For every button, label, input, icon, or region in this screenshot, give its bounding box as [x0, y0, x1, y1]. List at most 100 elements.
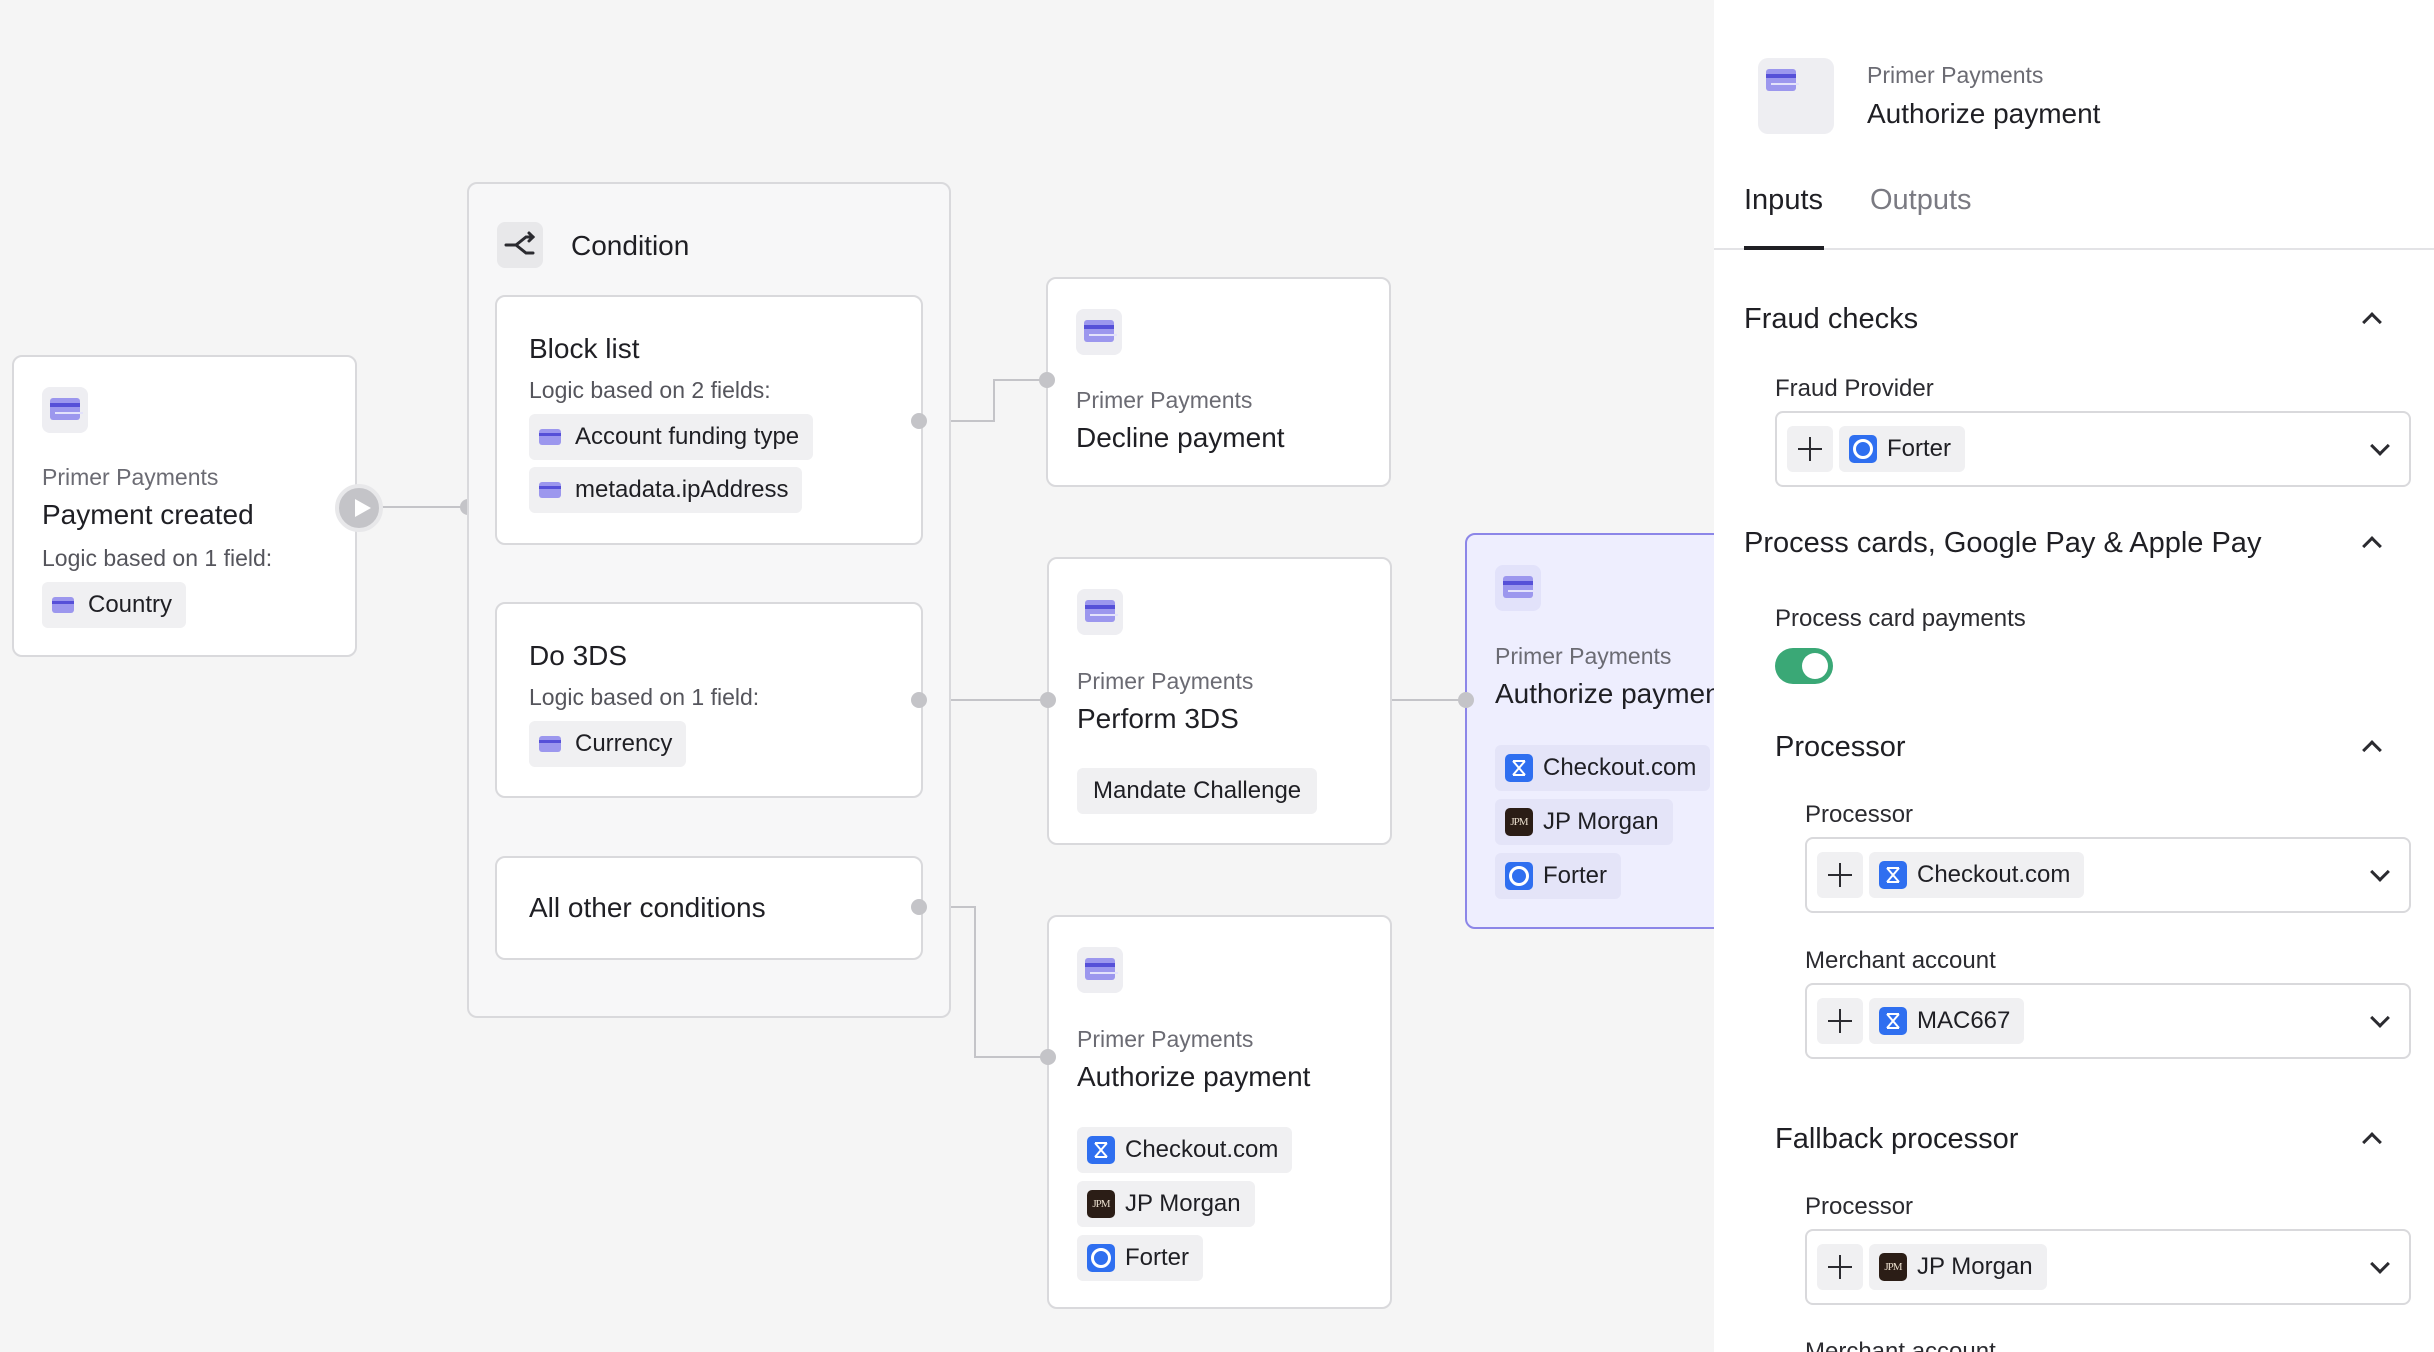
chevron-down-icon[interactable] [2370, 1254, 2390, 1274]
process-card-payments-label: Process card payments [1775, 605, 2026, 632]
chevron-down-icon[interactable] [2370, 436, 2390, 456]
forter-logo-icon [1087, 1244, 1115, 1272]
branch-do-3ds[interactable]: Do 3DS Logic based on 1 field: Currency [495, 602, 923, 798]
condition-title: Condition [571, 230, 690, 261]
primer-card-icon [42, 387, 88, 433]
section-process-cards-title[interactable]: Process cards, Google Pay & Apple Pay [1744, 527, 2261, 560]
port[interactable] [1040, 1049, 1056, 1065]
selected-value-chip: Checkout.com [1869, 852, 2085, 898]
port[interactable] [1039, 372, 1055, 388]
node-title: Payment created [42, 499, 254, 530]
connection-chip-forter: Forter [1077, 1235, 1204, 1281]
branch-all-other-conditions[interactable]: All other conditions [495, 856, 923, 960]
checkout-logo-icon [1879, 1007, 1907, 1035]
process-card-payments-toggle[interactable] [1775, 648, 1833, 684]
connection-chip-jpmorgan: JPM JP Morgan [1077, 1181, 1255, 1227]
branch-title: All other conditions [529, 892, 766, 923]
action-perform-3ds[interactable]: Primer Payments Perform 3DS Mandate Chal… [1047, 557, 1392, 845]
jpmorgan-logo-icon: JPM [1087, 1190, 1115, 1218]
processor-label: Processor [1805, 801, 1914, 828]
action-authorize-payment[interactable]: Primer Payments Authorize payment Checko… [1047, 915, 1392, 1309]
play-icon[interactable] [335, 484, 383, 532]
checkout-logo-icon [1879, 861, 1907, 889]
section-processor-title[interactable]: Processor [1775, 731, 1906, 764]
plus-icon[interactable] [1817, 852, 1863, 898]
field-chip-account-funding-type: Account funding type [529, 414, 814, 460]
node-title: Decline payment [1076, 422, 1285, 453]
chevron-up-icon[interactable] [2362, 1132, 2382, 1152]
port[interactable] [911, 692, 927, 708]
chevron-down-icon[interactable] [2370, 1008, 2390, 1028]
node-provider: Primer Payments [1077, 668, 1254, 694]
connection-chip-checkout: Checkout.com [1077, 1127, 1293, 1173]
node-title: Perform 3DS [1077, 703, 1239, 734]
chevron-up-icon[interactable] [2362, 740, 2382, 760]
processor-select[interactable]: Checkout.com [1805, 837, 2411, 913]
fallback-processor-label: Processor [1805, 1193, 1914, 1220]
node-provider: Primer Payments [42, 464, 219, 490]
fallback-merchant-account-label: Merchant account [1805, 1338, 1996, 1352]
jpmorgan-logo-icon: JPM [1505, 808, 1533, 836]
tag-mandate-challenge: Mandate Challenge [1077, 768, 1318, 814]
field-icon [539, 736, 561, 752]
field-chip-country: Country [42, 582, 187, 628]
chevron-up-icon[interactable] [2362, 312, 2382, 332]
node-title: Authorize payment [1495, 678, 1714, 709]
chevron-up-icon[interactable] [2362, 536, 2382, 556]
node-provider: Primer Payments [1495, 643, 1672, 669]
checkout-logo-icon [1505, 754, 1533, 782]
tab-active-indicator [1744, 246, 1824, 250]
field-icon [539, 482, 561, 498]
primer-card-icon [1077, 589, 1123, 635]
action-authorize-payment-selected[interactable]: Primer Payments Authorize payment Checko… [1465, 533, 1714, 929]
port[interactable] [1040, 692, 1056, 708]
branch-icon [497, 222, 543, 268]
branch-title: Do 3DS [529, 640, 628, 671]
primer-card-icon [1495, 565, 1541, 611]
selected-value-chip: JPM JP Morgan [1869, 1244, 2047, 1290]
branch-block-list[interactable]: Block list Logic based on 2 fields: Acco… [495, 295, 923, 545]
connection-chip-forter: Forter [1495, 853, 1622, 899]
port[interactable] [1458, 692, 1474, 708]
checkout-logo-icon [1087, 1136, 1115, 1164]
port[interactable] [911, 413, 927, 429]
selected-value-chip: MAC667 [1869, 998, 2025, 1044]
field-icon [52, 597, 74, 613]
section-fallback-processor-title[interactable]: Fallback processor [1775, 1123, 2018, 1156]
node-provider: Primer Payments [1076, 387, 1253, 413]
section-fraud-checks-title[interactable]: Fraud checks [1744, 303, 1918, 336]
plus-icon[interactable] [1817, 998, 1863, 1044]
node-provider: Primer Payments [1077, 1026, 1254, 1052]
merchant-account-select[interactable]: MAC667 [1805, 983, 2411, 1059]
connection-chip-checkout: Checkout.com [1495, 745, 1711, 791]
inspector-panel: Primer Payments Authorize payment Inputs… [1714, 0, 2434, 1352]
primer-card-icon [1758, 58, 1834, 134]
branch-logic: Logic based on 2 fields: [529, 377, 771, 403]
fraud-provider-select[interactable]: Forter [1775, 411, 2411, 487]
jpmorgan-logo-icon: JPM [1879, 1253, 1907, 1281]
tab-inputs[interactable]: Inputs [1744, 184, 1823, 217]
merchant-account-label: Merchant account [1805, 947, 1996, 974]
panel-title: Authorize payment [1867, 98, 2101, 129]
field-icon [539, 429, 561, 445]
chevron-down-icon[interactable] [2370, 862, 2390, 882]
branch-logic: Logic based on 1 field: [529, 684, 760, 710]
plus-icon[interactable] [1787, 426, 1833, 472]
field-chip-currency: Currency [529, 721, 687, 767]
primer-card-icon [1077, 947, 1123, 993]
branch-title: Block list [529, 333, 640, 364]
field-chip-ip-address: metadata.ipAddress [529, 467, 803, 513]
plus-icon[interactable] [1817, 1244, 1863, 1290]
connection-chip-jpmorgan: JPM JP Morgan [1495, 799, 1673, 845]
tab-outputs[interactable]: Outputs [1870, 184, 1972, 217]
fraud-provider-label: Fraud Provider [1775, 375, 1934, 402]
primer-card-icon [1076, 309, 1122, 355]
action-decline-payment[interactable]: Primer Payments Decline payment [1046, 277, 1391, 487]
trigger-node-payment-created[interactable]: Primer Payments Payment created Logic ba… [12, 355, 357, 657]
port[interactable] [911, 899, 927, 915]
node-logic: Logic based on 1 field: [42, 545, 273, 571]
node-title: Authorize payment [1077, 1061, 1311, 1092]
forter-logo-icon [1849, 435, 1877, 463]
fallback-processor-select[interactable]: JPM JP Morgan [1805, 1229, 2411, 1305]
workflow-canvas[interactable]: Primer Payments Payment created Logic ba… [0, 0, 1714, 1352]
